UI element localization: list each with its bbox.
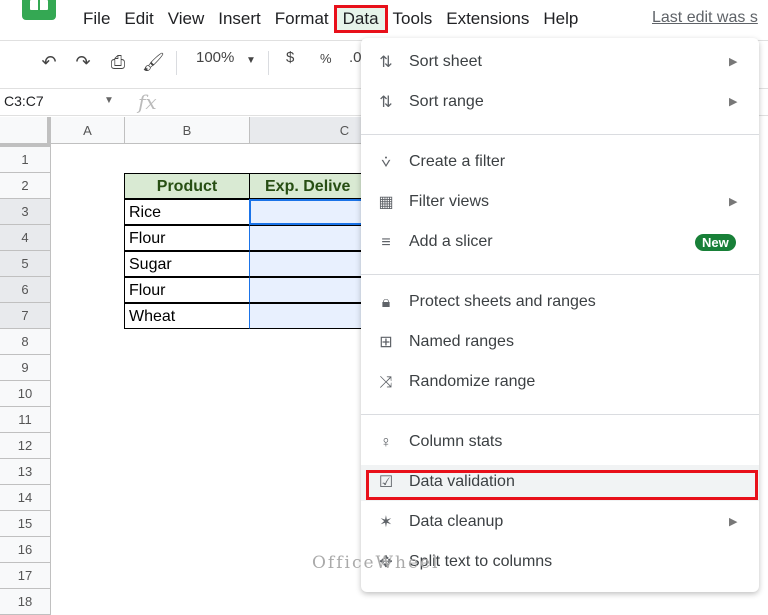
row-header[interactable]: 13 [0, 459, 51, 485]
submenu-arrow-icon: ▶ [729, 96, 738, 108]
header-product[interactable]: Product [124, 173, 250, 199]
sort-icon: ⇅ [379, 54, 393, 71]
name-box[interactable]: C3:C7 [4, 93, 44, 109]
toolbar-divider [176, 51, 177, 75]
data-menu: ⇅ Sort sheet ▶ ⇅ Sort range ▶ ⩒ Create a… [361, 38, 759, 592]
product-cell[interactable]: Sugar [124, 251, 250, 277]
name-box-caret-icon[interactable]: ▼ [104, 95, 114, 106]
menu-item-named-ranges[interactable]: ⊞ Named ranges [361, 325, 759, 361]
decimal-button[interactable]: .0 [349, 49, 362, 66]
menu-item-filter-views[interactable]: ▦ Filter views ▶ [361, 185, 759, 221]
slicer-icon: ≡ [381, 234, 391, 251]
sheets-logo-icon[interactable] [22, 0, 56, 20]
row-header[interactable]: 9 [0, 355, 51, 381]
lightbulb-icon: ♀ [380, 434, 392, 451]
menu-item-label: Randomize range [409, 373, 536, 390]
submenu-arrow-icon: ▶ [729, 56, 738, 68]
product-cell[interactable]: Rice [124, 199, 250, 225]
menu-item-protect-sheets[interactable]: 🔒︎ Protect sheets and ranges [361, 285, 759, 321]
row-header[interactable]: 17 [0, 563, 51, 589]
filter-icon: ⩒ [381, 154, 391, 171]
row-header[interactable]: 3 [0, 199, 51, 225]
watermark: OfficeWheel [312, 553, 440, 573]
menu-insert[interactable]: Insert [211, 7, 268, 31]
menu-item-randomize-range[interactable]: ⤨ Randomize range [361, 365, 759, 401]
row-header[interactable]: 5 [0, 251, 51, 277]
menu-bar: File Edit View Insert Format Data Tools … [76, 5, 585, 33]
shuffle-icon: ⤨ [379, 374, 393, 391]
filter-views-icon: ▦ [378, 194, 394, 211]
redo-icon[interactable]: ↷ [72, 53, 94, 71]
lock-icon: 🔒︎ [381, 294, 391, 311]
select-all-corner[interactable] [0, 117, 51, 147]
zoom-caret-icon[interactable]: ▼ [246, 55, 256, 66]
submenu-arrow-icon: ▶ [729, 196, 738, 208]
menu-item-label: Protect sheets and ranges [409, 293, 596, 310]
menu-divider [361, 414, 759, 415]
menu-item-label: Filter views [409, 193, 490, 210]
menu-item-label: Sort range [409, 93, 484, 110]
menu-divider [361, 134, 759, 135]
row-header[interactable]: 6 [0, 277, 51, 303]
product-cell[interactable]: Flour [124, 277, 250, 303]
new-badge: New [695, 234, 736, 251]
row-header[interactable]: 10 [0, 381, 51, 407]
menu-extensions[interactable]: Extensions [439, 7, 536, 31]
row-header[interactable]: 1 [0, 147, 51, 173]
menu-divider [361, 274, 759, 275]
menu-item-sort-sheet[interactable]: ⇅ Sort sheet ▶ [361, 45, 759, 81]
column-header-a[interactable]: A [51, 117, 125, 144]
row-header[interactable]: 2 [0, 173, 51, 199]
print-icon[interactable]: ⎙ [107, 53, 129, 71]
percent-button[interactable]: % [320, 51, 332, 66]
menu-item-create-filter[interactable]: ⩒ Create a filter [361, 145, 759, 181]
product-cell[interactable]: Wheat [124, 303, 250, 329]
menu-data[interactable]: Data [333, 5, 388, 33]
row-header[interactable]: 12 [0, 433, 51, 459]
row-header[interactable]: 18 [0, 589, 51, 615]
menu-item-label: Data cleanup [409, 513, 504, 530]
paint-format-icon[interactable]: 🖌 [142, 53, 165, 71]
menu-format[interactable]: Format [268, 7, 336, 31]
menu-item-column-stats[interactable]: ♀ Column stats [361, 425, 759, 461]
sort-icon: ⇅ [379, 94, 393, 111]
last-edit-link[interactable]: Last edit was s [652, 9, 758, 27]
column-header-b[interactable]: B [125, 117, 250, 144]
row-header[interactable]: 15 [0, 511, 51, 537]
row-header[interactable]: 7 [0, 303, 51, 329]
row-header[interactable]: 16 [0, 537, 51, 563]
menu-view[interactable]: View [161, 7, 212, 31]
menu-file[interactable]: File [76, 7, 117, 31]
menu-tools[interactable]: Tools [386, 7, 440, 31]
zoom-select[interactable]: 100% [196, 49, 234, 66]
menu-item-sort-range[interactable]: ⇅ Sort range ▶ [361, 85, 759, 121]
menu-item-label: Add a slicer [409, 233, 493, 250]
menu-item-data-cleanup[interactable]: ✶ Data cleanup ▶ [361, 505, 759, 541]
currency-button[interactable]: $ [286, 49, 294, 66]
undo-icon[interactable]: ↶ [38, 53, 60, 71]
highlight-box [366, 470, 758, 500]
product-cell[interactable]: Flour [124, 225, 250, 251]
row-header[interactable]: 4 [0, 225, 51, 251]
menu-item-label: Sort sheet [409, 53, 482, 70]
menu-item-label: Create a filter [409, 153, 506, 170]
menu-edit[interactable]: Edit [117, 7, 160, 31]
row-header[interactable]: 11 [0, 407, 51, 433]
menu-item-label: Named ranges [409, 333, 514, 350]
row-header[interactable]: 14 [0, 485, 51, 511]
row-header[interactable]: 8 [0, 329, 51, 355]
magic-wand-icon: ✶ [379, 514, 393, 531]
menu-item-add-slicer[interactable]: ≡ Add a slicer New [361, 225, 759, 261]
fx-icon: fx [138, 90, 157, 114]
menu-help[interactable]: Help [536, 7, 585, 31]
menu-item-label: Column stats [409, 433, 503, 450]
named-ranges-icon: ⊞ [379, 334, 393, 351]
submenu-arrow-icon: ▶ [729, 516, 738, 528]
toolbar-divider [268, 51, 269, 75]
